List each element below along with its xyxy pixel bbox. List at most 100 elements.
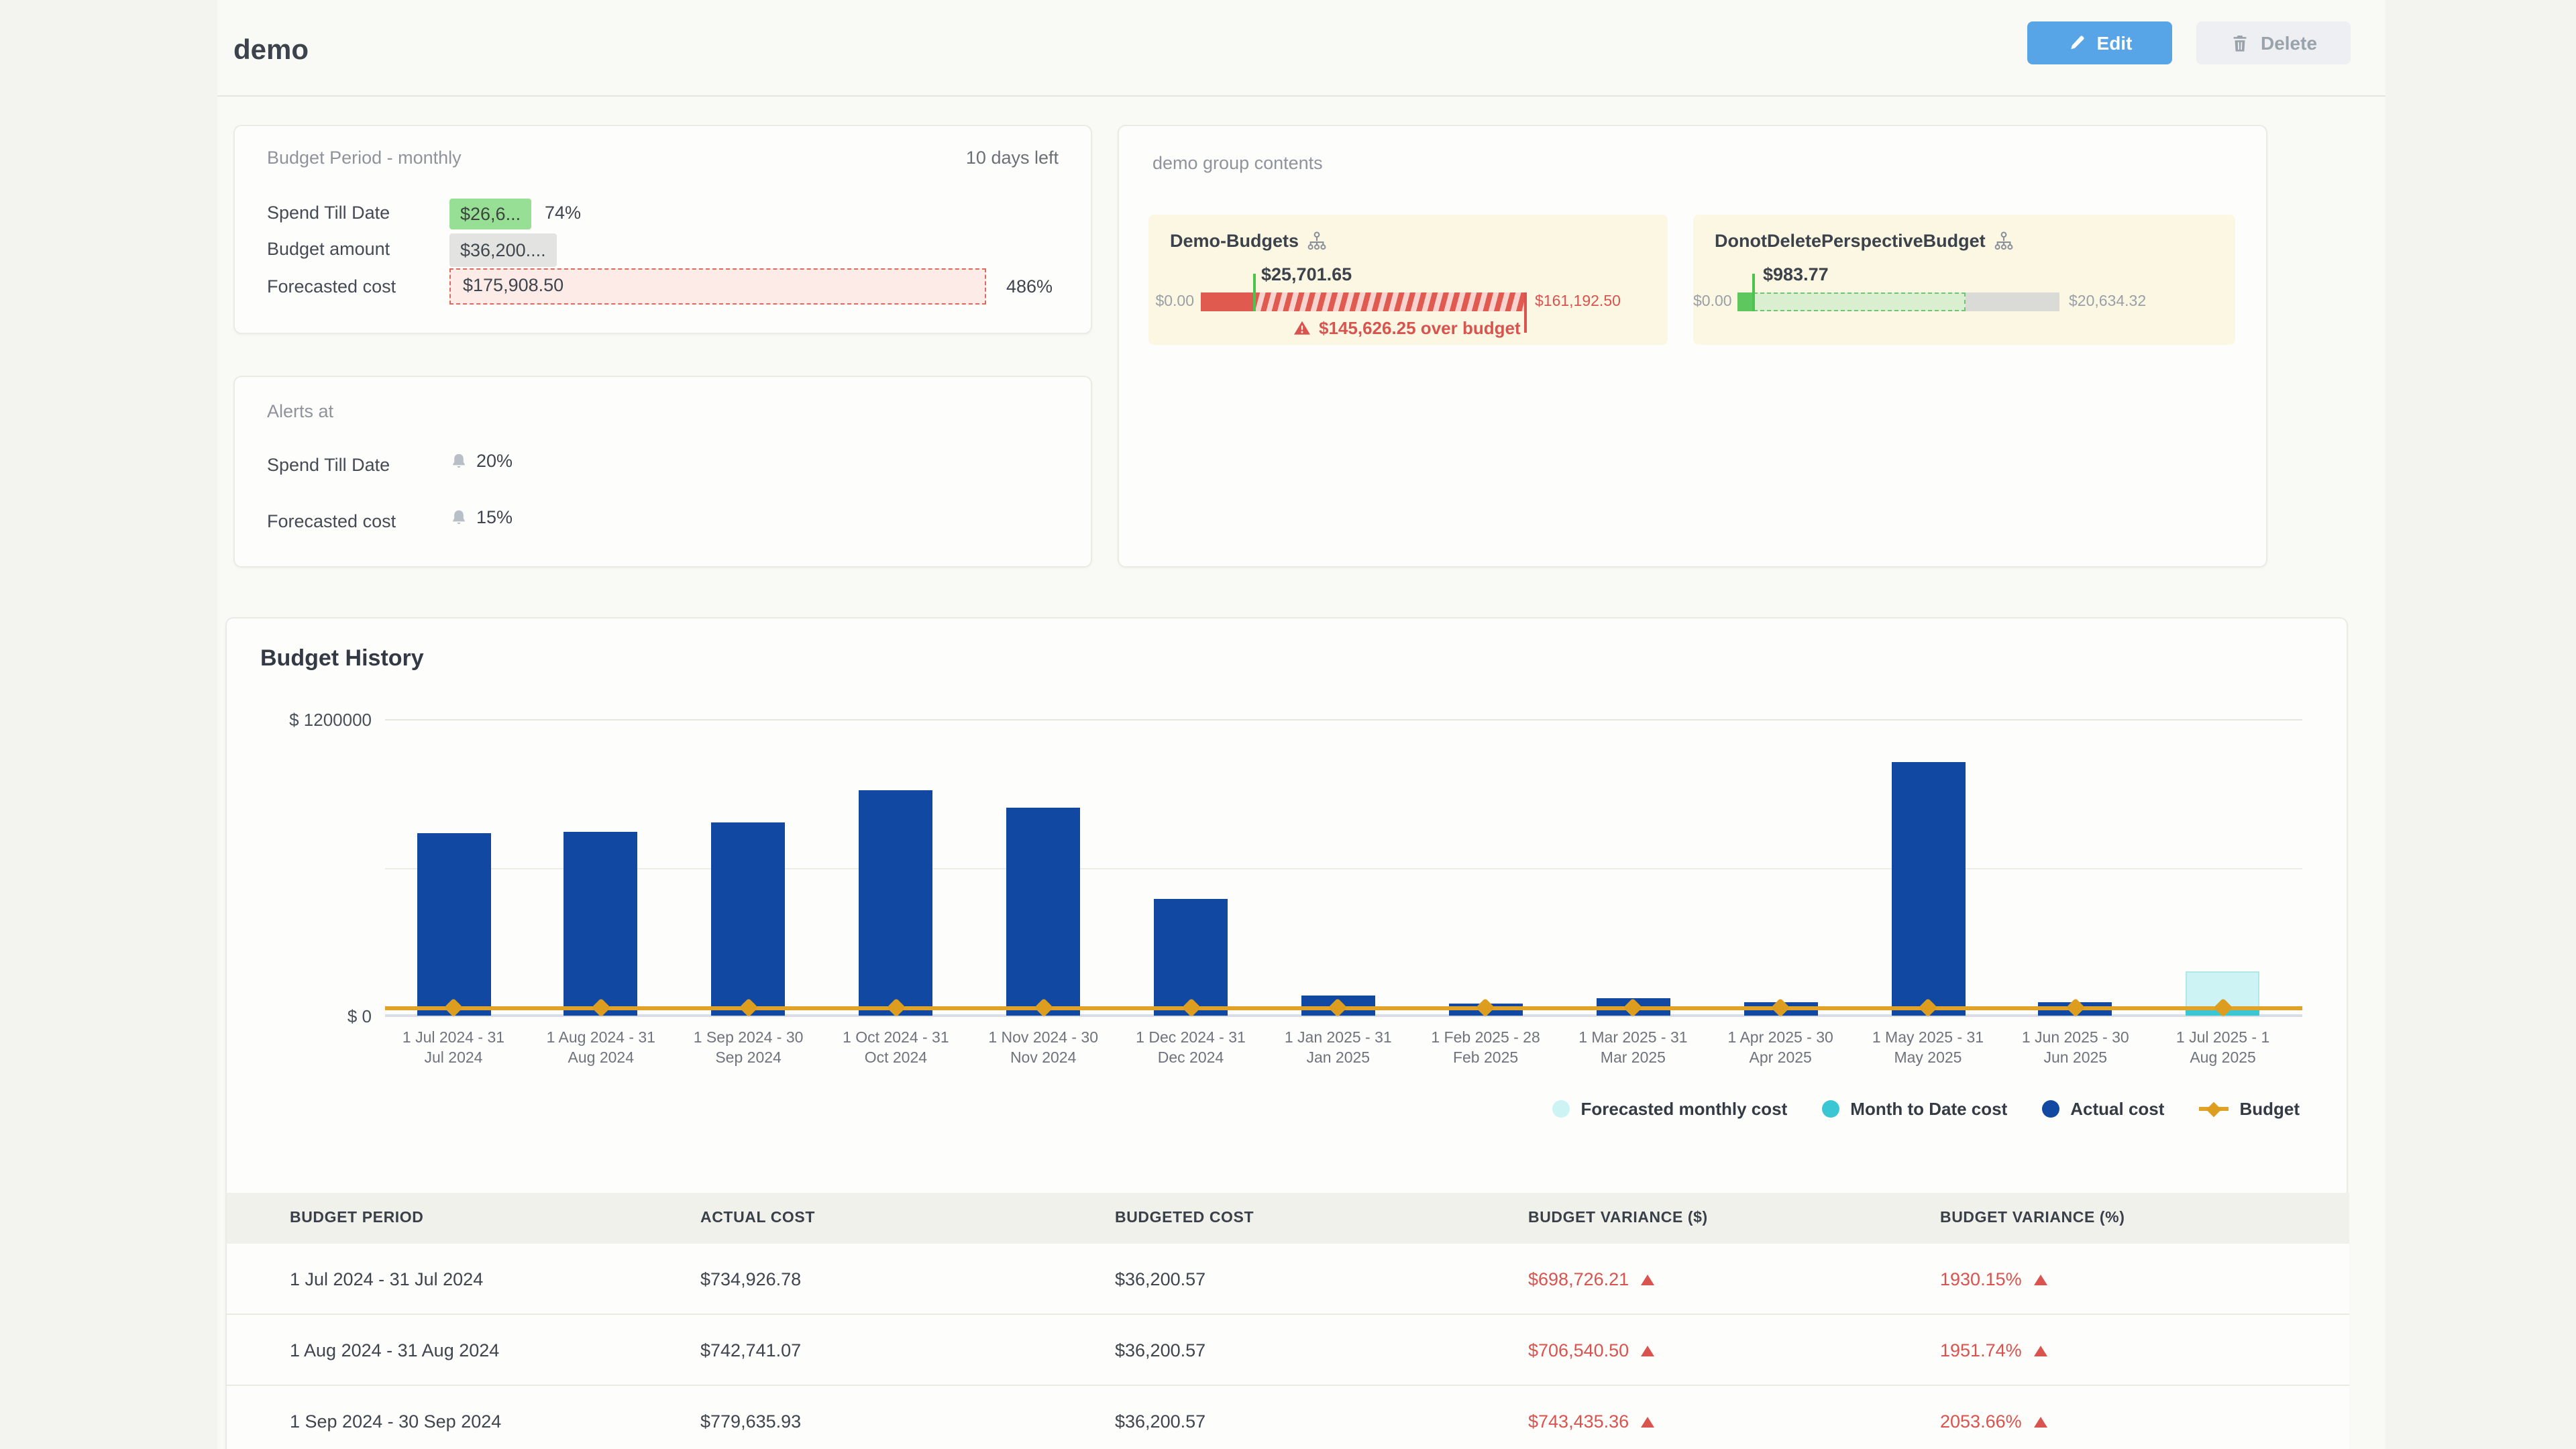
table-header-row: Budget Period Actual Cost Budgeted Cost … xyxy=(227,1193,2349,1244)
alerts-card: Alerts at Spend Till Date 20% Forecasted… xyxy=(233,376,1092,568)
legend-label: Month to Date cost xyxy=(1850,1099,2007,1119)
budget-period-card: Budget Period - monthly 10 days left Spe… xyxy=(233,125,1092,334)
alert-spend-value: 20% xyxy=(476,451,513,471)
variance-up-icon xyxy=(2034,1345,2047,1356)
edit-button-label: Edit xyxy=(2097,32,2133,54)
budget-progress-bar xyxy=(1201,292,1527,311)
x-axis-label: 1 May 2025 - 31May 2025 xyxy=(1854,1029,2002,1068)
x-axis-label: 1 Sep 2024 - 30Sep 2024 xyxy=(675,1029,822,1068)
spend-percent-label: 74% xyxy=(545,203,581,223)
budget-tile-name: DonotDeletePerspectiveBudget xyxy=(1715,231,1986,251)
y-axis-zero-label: $ 0 xyxy=(267,1006,372,1026)
legend-item-forecasted[interactable]: Forecasted monthly cost xyxy=(1553,1099,1788,1119)
x-axis-label: 1 Nov 2024 - 30Nov 2024 xyxy=(969,1029,1117,1068)
actual-cost-bar[interactable] xyxy=(417,833,490,1016)
table-row: 1 Aug 2024 - 31 Aug 2024$742,741.07$36,2… xyxy=(227,1315,2349,1386)
actual-cost-bar[interactable] xyxy=(564,832,638,1016)
x-axis-label: 1 Jul 2024 - 31Jul 2024 xyxy=(380,1029,527,1068)
x-axis-label: 1 Oct 2024 - 31Oct 2024 xyxy=(822,1029,969,1068)
actual-cost-cell: $742,741.07 xyxy=(700,1340,1115,1360)
budget-tile-donotdelete[interactable]: DonotDeletePerspectiveBudget $983.77 $0.… xyxy=(1693,215,2235,345)
forecast-segment xyxy=(1753,292,1966,311)
forecasted-cost-label: Forecasted cost xyxy=(267,276,396,297)
x-axis-label: 1 Apr 2025 - 30Apr 2025 xyxy=(1707,1029,1854,1068)
group-contents-card: demo group contents Demo-Budgets $25,701… xyxy=(1118,125,2267,568)
days-left-label: 10 days left xyxy=(966,148,1059,168)
actual-cost-bar[interactable] xyxy=(1154,899,1228,1016)
x-axis-label: 1 Aug 2024 - 31Aug 2024 xyxy=(527,1029,675,1068)
budget-amount-chip: $36,200.... xyxy=(449,233,557,267)
x-axis-label: 1 Jan 2025 - 31Jan 2025 xyxy=(1265,1029,1412,1068)
variance-up-icon xyxy=(2034,1416,2047,1427)
trash-icon xyxy=(2230,33,2250,53)
page-title: demo xyxy=(233,35,309,67)
budget-line-swatch xyxy=(2199,1100,2229,1118)
budgeted-cost-cell: $36,200.57 xyxy=(1115,1269,1528,1289)
alert-forecast-label: Forecasted cost xyxy=(267,511,396,531)
over-budget-end-line xyxy=(1524,292,1527,333)
legend-label: Budget xyxy=(2239,1099,2300,1119)
budget-progress-bar xyxy=(1737,292,2059,311)
budget-tile-max: $161,192.50 xyxy=(1535,294,1621,310)
col-header-variance-usd: Budget Variance ($) xyxy=(1528,1210,1940,1226)
chart-legend: Forecasted monthly cost Month to Date co… xyxy=(1553,1099,2300,1119)
spent-segment xyxy=(1201,292,1254,311)
variance-pct-cell: 2053.66% xyxy=(1940,1411,2349,1431)
hierarchy-icon xyxy=(1994,231,2014,251)
actual-cost-bar[interactable] xyxy=(859,790,932,1016)
spend-till-date-label: Spend Till Date xyxy=(267,203,390,223)
budget-tile-min: $0.00 xyxy=(1693,294,1731,310)
table-row: 1 Sep 2024 - 30 Sep 2024$779,635.93$36,2… xyxy=(227,1386,2349,1449)
legend-item-actual[interactable]: Actual cost xyxy=(2042,1099,2164,1119)
budgeted-cost-cell: $36,200.57 xyxy=(1115,1411,1528,1431)
variance-up-icon xyxy=(2034,1274,2047,1285)
variance-usd-cell: $743,435.36 xyxy=(1528,1411,1940,1431)
x-axis-label: 1 Jul 2025 - 1Aug 2025 xyxy=(2149,1029,2297,1068)
warning-icon xyxy=(1293,319,1311,337)
edit-button[interactable]: Edit xyxy=(2027,21,2172,64)
col-header-variance-pct: Budget Variance (%) xyxy=(1940,1210,2349,1226)
budget-history-chart: 1 Jul 2024 - 31Jul 20241 Aug 2024 - 31Au… xyxy=(385,719,2302,1017)
variance-up-icon xyxy=(1641,1345,1654,1356)
legend-item-budget[interactable]: Budget xyxy=(2199,1099,2300,1119)
budget-period-cell: 1 Sep 2024 - 30 Sep 2024 xyxy=(227,1411,700,1431)
variance-usd-cell: $698,726.21 xyxy=(1528,1269,1940,1289)
delete-button[interactable]: Delete xyxy=(2196,21,2351,64)
budget-amount-label: Budget amount xyxy=(267,239,390,259)
pencil-icon xyxy=(2068,34,2086,52)
forecast-overbudget-segment xyxy=(1254,292,1527,311)
col-header-budgeted-cost: Budgeted Cost xyxy=(1115,1210,1528,1226)
spent-segment xyxy=(1737,292,1753,311)
budgeted-cost-cell: $36,200.57 xyxy=(1115,1340,1528,1360)
budget-history-card: Budget History $ 1200000 $ 0 1 Jul 2024 … xyxy=(225,617,2348,1449)
budget-tile-demo-budgets[interactable]: Demo-Budgets $25,701.65 $0.00 $161,192.5… xyxy=(1148,215,1668,345)
col-header-actual-cost: Actual Cost xyxy=(700,1210,1115,1226)
variance-usd-cell: $706,540.50 xyxy=(1528,1340,1940,1360)
y-axis-max-label: $ 1200000 xyxy=(267,710,372,730)
actual-cost-bar[interactable] xyxy=(712,822,786,1016)
budget-detail-page: demo Edit Delete Budget Period - monthly… xyxy=(0,0,2576,1449)
header-divider xyxy=(217,95,2385,97)
budget-period-card-title: Budget Period - monthly xyxy=(267,148,462,168)
group-card-title: demo group contents xyxy=(1152,153,1323,173)
bell-icon xyxy=(449,451,468,470)
spend-till-date-chip: $26,6... xyxy=(449,199,531,229)
actual-cost-bar[interactable] xyxy=(1891,762,1965,1016)
over-budget-label: $145,626.25 over budget xyxy=(1319,318,1521,338)
budget-tile-current-value: $983.77 xyxy=(1763,264,1829,284)
legend-label: Forecasted monthly cost xyxy=(1581,1099,1788,1119)
budget-tile-min: $0.00 xyxy=(1148,294,1194,310)
variance-pct-cell: 1951.74% xyxy=(1940,1340,2349,1360)
budget-period-cell: 1 Aug 2024 - 31 Aug 2024 xyxy=(227,1340,700,1360)
actual-cost-cell: $779,635.93 xyxy=(700,1411,1115,1431)
bell-icon xyxy=(449,508,468,527)
alerts-card-title: Alerts at xyxy=(267,401,333,421)
forecasted-cost-swatch xyxy=(1553,1100,1570,1118)
actual-cost-bar[interactable] xyxy=(1006,808,1080,1016)
variance-pct-cell: 1930.15% xyxy=(1940,1269,2349,1289)
alert-spend-label: Spend Till Date xyxy=(267,455,390,475)
actual-cost-swatch xyxy=(2042,1100,2059,1118)
spend-marker-line xyxy=(1752,274,1754,311)
legend-item-month-to-date[interactable]: Month to Date cost xyxy=(1822,1099,2007,1119)
legend-label: Actual cost xyxy=(2070,1099,2164,1119)
